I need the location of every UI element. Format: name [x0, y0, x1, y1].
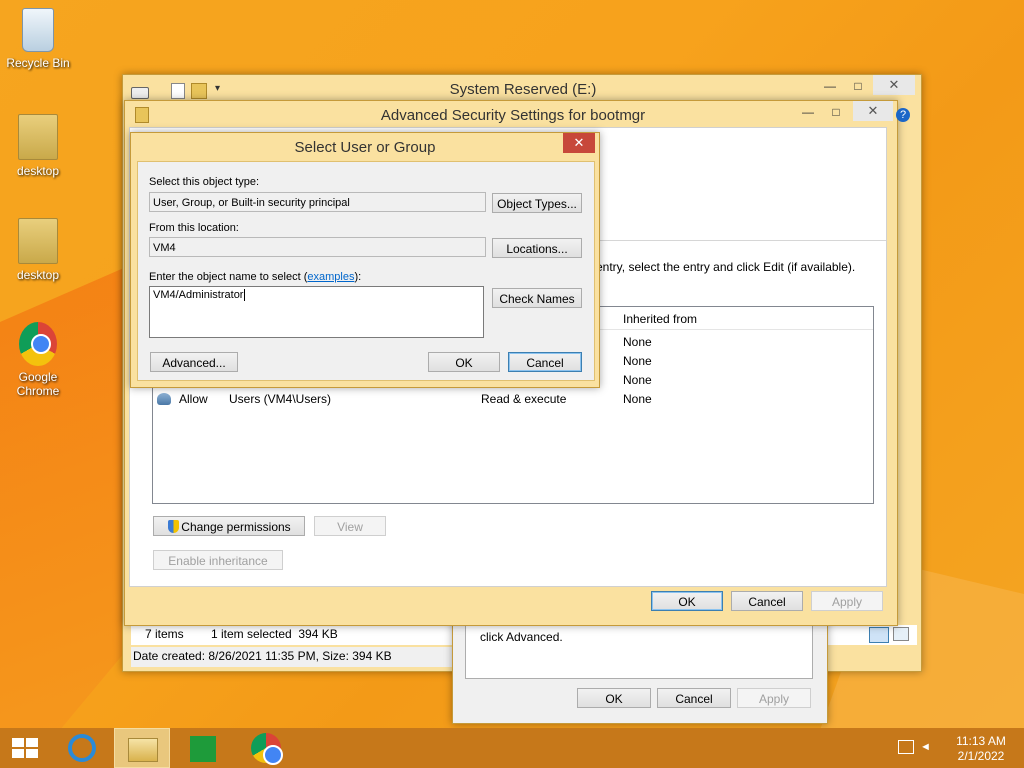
properties-apply-button[interactable]: Apply	[737, 688, 811, 708]
properties-cancel-button[interactable]: Cancel	[657, 688, 731, 708]
cell-inherited: None	[623, 373, 652, 387]
users-icon	[157, 393, 171, 405]
column-header-inherited[interactable]: Inherited from	[623, 312, 697, 326]
drive-icon	[131, 87, 149, 99]
advanced-cancel-button[interactable]: Cancel	[731, 591, 803, 611]
object-name-label-text: Enter the object name to select (	[149, 271, 308, 283]
details-pane: Date created: 8/26/2021 11:35 PM, Size: …	[131, 647, 461, 667]
advanced-title: Advanced Security Settings for bootmgr	[380, 107, 646, 124]
clock-time: 11:13 AM	[956, 734, 1006, 748]
desktop-icon-label: desktop	[16, 268, 60, 282]
status-item-count: 7 items	[145, 627, 184, 641]
large-icons-view-icon[interactable]	[893, 627, 909, 641]
taskbar-ie[interactable]	[56, 728, 112, 768]
recycle-bin-icon	[22, 8, 54, 52]
taskbar-clock[interactable]: 11:13 AM 2/1/2022	[948, 734, 1014, 764]
properties-icon[interactable]	[171, 83, 185, 99]
details-text: Date created: 8/26/2021 11:35 PM, Size: …	[133, 649, 392, 663]
minimize-icon[interactable]: —	[817, 77, 843, 95]
desktop-icon-recycle-bin[interactable]: Recycle Bin	[6, 8, 70, 70]
object-types-button[interactable]: Object Types...	[492, 193, 582, 213]
shield-icon	[168, 520, 179, 533]
desktop-icon-label: Recycle Bin	[6, 56, 70, 70]
check-names-button[interactable]: Check Names	[492, 288, 582, 308]
folder-icon	[135, 107, 149, 123]
location-field: VM4	[149, 237, 486, 257]
new-folder-icon[interactable]	[191, 83, 207, 99]
cell-inherited: None	[623, 335, 652, 349]
speaker-muted-icon[interactable]: ◄	[920, 741, 934, 753]
object-name-value: VM4/Administrator	[153, 289, 244, 301]
close-icon[interactable]: ✕	[563, 133, 595, 153]
properties-dialog-text: click Advanced.	[480, 630, 563, 644]
store-icon	[190, 736, 216, 762]
select-ok-button[interactable]: OK	[428, 352, 500, 372]
quick-access-toolbar[interactable]: ▾	[131, 83, 231, 99]
folder-icon	[18, 218, 58, 264]
enable-inheritance-button[interactable]: Enable inheritance	[153, 550, 283, 570]
object-name-label-suffix: ):	[354, 271, 362, 283]
location-label: From this location:	[149, 222, 239, 234]
object-name-label: Enter the object name to select (example…	[149, 271, 361, 283]
desktop-icon-desktop-2[interactable]: desktop	[6, 218, 70, 282]
taskbar-chrome[interactable]	[238, 728, 294, 768]
chevron-down-icon[interactable]: ▾	[215, 83, 220, 94]
desktop-icon-label: desktop	[16, 164, 60, 178]
select-dialog-body: Select this object type: User, Group, or…	[137, 161, 595, 381]
change-permissions-button[interactable]: Change permissions	[153, 516, 305, 536]
explorer-title: System Reserved (E:)	[449, 81, 597, 98]
advanced-apply-button[interactable]: Apply	[811, 591, 883, 611]
object-type-field: User, Group, or Built-in security princi…	[149, 192, 486, 212]
change-permissions-label: Change permissions	[181, 520, 291, 534]
minimize-icon[interactable]: —	[795, 103, 821, 121]
maximize-icon[interactable]: □	[845, 77, 871, 95]
cell-type: Allow	[179, 392, 208, 406]
desktop-icon-chrome[interactable]: Google Chrome	[6, 322, 70, 398]
advanced-instruction: entry, select the entry and click Edit (…	[596, 260, 856, 274]
examples-link[interactable]: examples	[307, 271, 354, 283]
close-icon[interactable]: ✕	[853, 101, 893, 121]
object-name-input[interactable]: VM4/Administrator	[149, 286, 484, 338]
status-selected: 1 item selected 394 KB	[211, 627, 338, 641]
chrome-icon	[19, 322, 57, 366]
clock-date: 2/1/2022	[957, 749, 1005, 763]
object-type-label: Select this object type:	[149, 176, 260, 188]
taskbar-file-explorer[interactable]	[114, 728, 170, 768]
desktop-icon-desktop-1[interactable]: desktop	[6, 114, 70, 178]
properties-ok-button[interactable]: OK	[577, 688, 651, 708]
folder-icon	[18, 114, 58, 160]
text-cursor	[244, 289, 246, 301]
chrome-icon	[251, 733, 283, 765]
view-button[interactable]: View	[314, 516, 386, 536]
cell-inherited: None	[623, 354, 652, 368]
properties-dialog[interactable]: click Advanced. OK Cancel Apply	[452, 618, 828, 724]
close-icon[interactable]: ✕	[873, 75, 915, 95]
details-view-icon[interactable]	[869, 627, 889, 643]
cell-inherited: None	[623, 392, 652, 406]
advanced-ok-button[interactable]: OK	[651, 591, 723, 611]
select-dialog-title: Select User or Group	[294, 139, 436, 156]
locations-button[interactable]: Locations...	[492, 238, 582, 258]
file-explorer-icon	[128, 738, 158, 762]
internet-explorer-icon	[68, 734, 96, 762]
maximize-icon[interactable]: □	[823, 103, 849, 121]
network-icon[interactable]	[898, 740, 914, 754]
select-cancel-button[interactable]: Cancel	[508, 352, 582, 372]
cell-principal: Users (VM4\Users)	[229, 392, 332, 406]
start-button[interactable]	[0, 728, 56, 768]
properties-dialog-panel: click Advanced.	[465, 621, 813, 679]
select-user-dialog[interactable]: Select User or Group ✕ Select this objec…	[130, 132, 600, 388]
table-row[interactable]: Allow Users (VM4\Users) Read & execute N…	[153, 390, 873, 409]
taskbar-store[interactable]	[176, 728, 232, 768]
advanced-button[interactable]: Advanced...	[150, 352, 238, 372]
desktop-icon-label: Google Chrome	[16, 370, 60, 398]
windows-logo-icon	[12, 738, 38, 758]
cell-access: Read & execute	[481, 392, 567, 406]
help-icon[interactable]: ?	[896, 108, 910, 122]
